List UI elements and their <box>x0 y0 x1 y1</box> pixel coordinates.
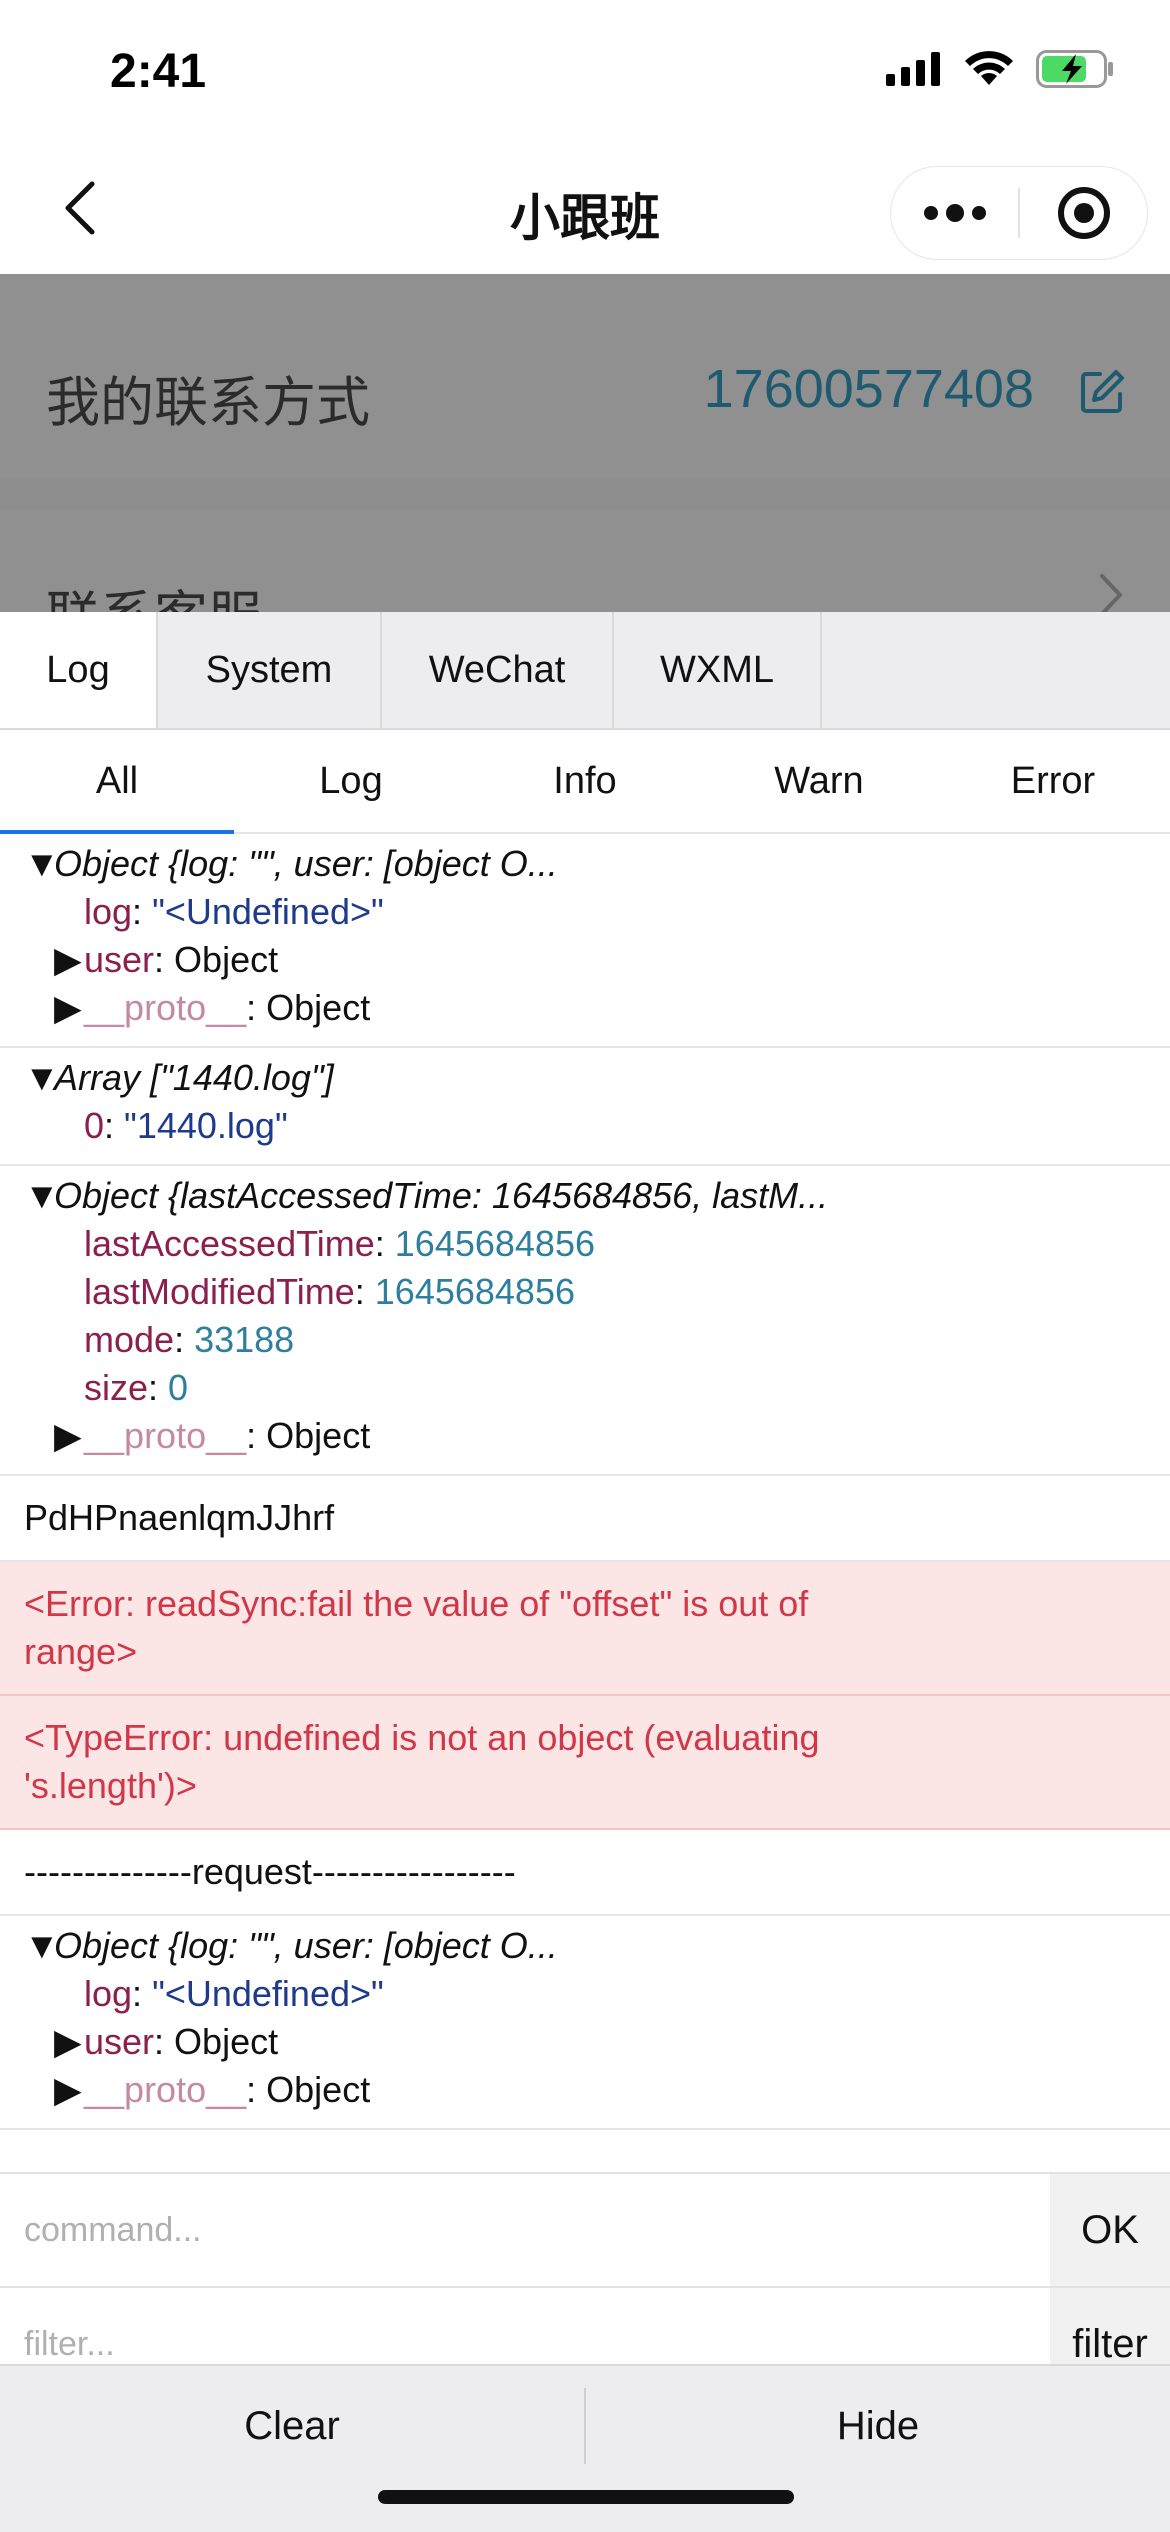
subtab-log[interactable]: Log <box>234 730 468 832</box>
page-content-dimmed: 我的联系方式 17600577408 联系客服 <box>0 274 1170 612</box>
status-bar: 2:41 <box>0 0 1170 140</box>
expanded-triangle-icon[interactable]: ▼ <box>24 1172 60 1220</box>
object-header[interactable]: ▼Object {log: "", user: [object O... <box>24 1922 1146 1970</box>
object-property: log: "<Undefined>" <box>84 1973 384 2014</box>
log-entry-object: ▼Object {log: "", user: [object O... log… <box>0 834 1170 1048</box>
expanded-triangle-icon[interactable]: ▼ <box>24 1922 60 1970</box>
home-indicator[interactable] <box>378 2490 794 2504</box>
close-miniprogram-button[interactable] <box>1020 167 1147 259</box>
object-property[interactable]: ▶user: Object <box>24 936 1146 984</box>
object-property: lastModifiedTime: 1645684856 <box>84 1271 575 1312</box>
status-icons <box>886 50 1116 88</box>
console-footer: Clear Hide <box>0 2364 1170 2532</box>
subtab-warn[interactable]: Warn <box>702 730 936 832</box>
chevron-right-icon <box>1100 574 1122 612</box>
object-header[interactable]: ▼Object {lastAccessedTime: 1645684856, l… <box>24 1172 1146 1220</box>
object-property[interactable]: ▶__proto__: Object <box>24 2066 1146 2114</box>
log-entry-text: PdHPnaenlqmJJhrf <box>0 1476 1170 1562</box>
object-property: size: 0 <box>84 1367 189 1408</box>
object-property: log: "<Undefined>" <box>84 891 384 932</box>
contact-value: 17600577408 <box>703 359 1034 419</box>
edit-icon[interactable] <box>1078 368 1126 416</box>
subtab-info[interactable]: Info <box>468 730 702 832</box>
more-button[interactable] <box>891 167 1018 259</box>
collapsed-triangle-icon[interactable]: ▶ <box>54 984 84 1032</box>
more-dots-icon <box>923 204 986 222</box>
array-item: 0: "1440.log" <box>84 1105 288 1146</box>
console-tabs: Log System WeChat WXML <box>0 612 1170 730</box>
object-property: mode: 33188 <box>84 1319 295 1360</box>
support-row[interactable]: 联系客服 <box>0 510 1170 612</box>
log-entry-array: ▼Array ["1440.log"] 0: "1440.log" <box>0 1048 1170 1166</box>
collapsed-triangle-icon[interactable]: ▶ <box>54 2018 84 2066</box>
command-input[interactable] <box>0 2174 1050 2286</box>
log-level-tabs: All Log Info Warn Error <box>0 730 1170 834</box>
log-entry-text: --------------request----------------- <box>0 1830 1170 1916</box>
target-circle-icon <box>1057 187 1110 239</box>
log-entry-object: ▼Object {lastAccessedTime: 1645684856, l… <box>0 1166 1170 1476</box>
collapsed-triangle-icon[interactable]: ▶ <box>54 2066 84 2114</box>
object-property[interactable]: ▶user: Object <box>24 2018 1146 2066</box>
battery-charging-icon <box>1036 50 1113 88</box>
log-entry-object: ▼Object {log: "", user: [object O... log… <box>0 1916 1170 2130</box>
miniprogram-capsule <box>890 166 1148 260</box>
hide-button[interactable]: Hide <box>586 2366 1170 2486</box>
object-property: lastAccessedTime: 1645684856 <box>84 1223 595 1264</box>
contact-label: 我的联系方式 <box>46 373 370 433</box>
clear-button[interactable]: Clear <box>0 2366 584 2486</box>
subtab-all[interactable]: All <box>0 730 234 834</box>
contact-row[interactable]: 我的联系方式 17600577408 <box>0 274 1170 478</box>
status-time: 2:41 <box>110 45 207 98</box>
log-list[interactable]: ▼Object {log: "", user: [object O... log… <box>0 834 1170 2184</box>
expanded-triangle-icon[interactable]: ▼ <box>24 1054 60 1102</box>
tab-wxml[interactable]: WXML <box>614 612 822 728</box>
collapsed-triangle-icon[interactable]: ▶ <box>54 1412 84 1460</box>
collapsed-triangle-icon[interactable]: ▶ <box>54 936 84 984</box>
cellular-signal-icon <box>886 52 940 86</box>
wifi-icon <box>965 51 1013 85</box>
vconsole-panel: Log System WeChat WXML All Log Info Warn… <box>0 612 1170 2532</box>
nav-bar: 小跟班 <box>0 140 1170 274</box>
object-header[interactable]: ▼Object {log: "", user: [object O... <box>24 840 1146 888</box>
tab-system[interactable]: System <box>158 612 382 728</box>
tab-log[interactable]: Log <box>0 612 158 728</box>
ok-button[interactable]: OK <box>1050 2174 1170 2286</box>
command-row: OK <box>0 2172 1170 2286</box>
object-property[interactable]: ▶__proto__: Object <box>24 984 1146 1032</box>
log-entry-error: <Error: readSync:fail the value of "offs… <box>0 1562 1170 1696</box>
tab-wechat[interactable]: WeChat <box>382 612 614 728</box>
support-label: 联系客服 <box>46 572 262 612</box>
array-header[interactable]: ▼Array ["1440.log"] <box>24 1054 1146 1102</box>
object-property[interactable]: ▶__proto__: Object <box>24 1412 1146 1460</box>
expanded-triangle-icon[interactable]: ▼ <box>24 840 60 888</box>
subtab-error[interactable]: Error <box>936 730 1170 832</box>
log-entry-error: <TypeError: undefined is not an object (… <box>0 1696 1170 1830</box>
